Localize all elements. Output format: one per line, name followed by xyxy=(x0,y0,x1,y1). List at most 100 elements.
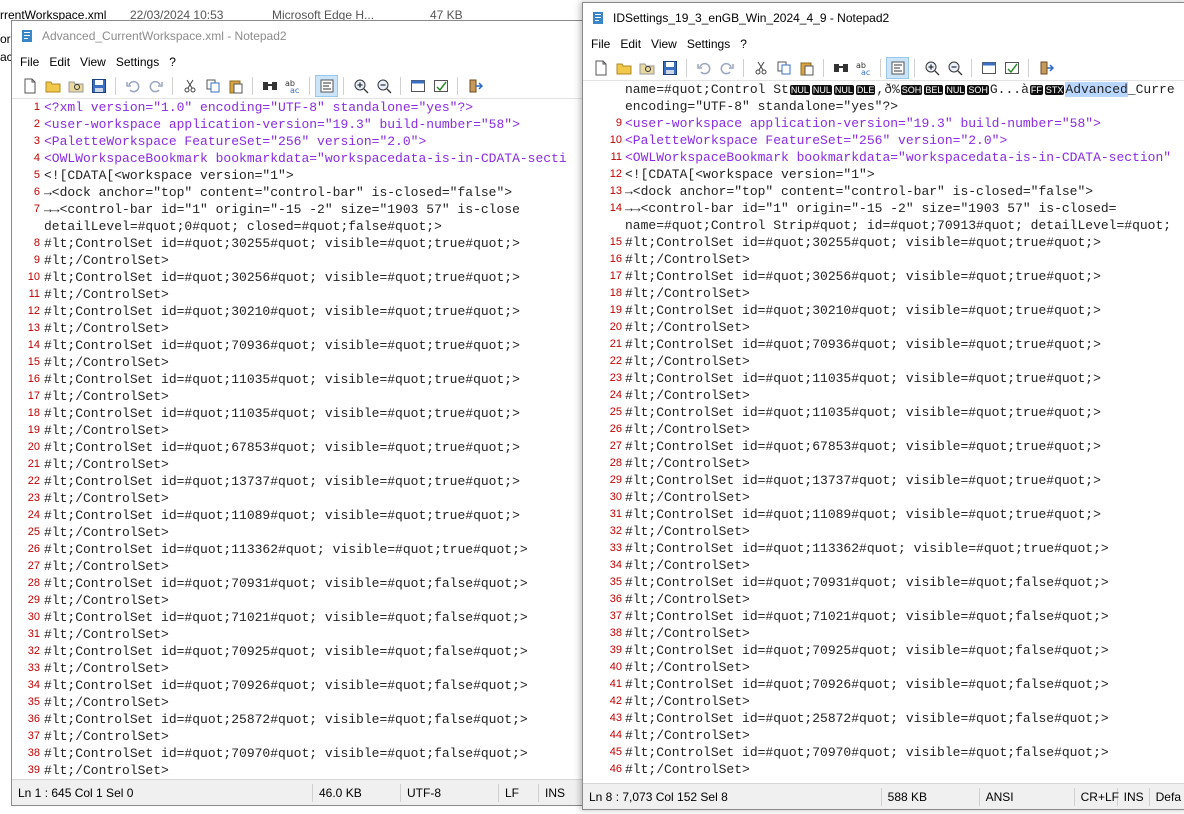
editor-line: 28 #lt;/ControlSet> xyxy=(583,455,1184,472)
menu-file[interactable]: File xyxy=(18,55,47,69)
line-text: <OWLWorkspaceBookmark bookmarkdata="work… xyxy=(44,151,567,166)
editor-line: 41 #lt;ControlSet id=#quot;70926#quot; vi… xyxy=(583,676,1184,693)
status-insert-mode[interactable]: INS xyxy=(1118,787,1150,806)
replace-button[interactable]: ab ac xyxy=(281,75,304,97)
editor-line: 46 #lt;/ControlSet> xyxy=(583,761,1184,778)
editor-line: 38 #lt;ControlSet id=#quot;70970#quot; vi… xyxy=(12,745,610,762)
editor-line: 13 →<dock anchor="top" content="control-b… xyxy=(583,183,1184,200)
save-button[interactable] xyxy=(658,57,681,79)
copy-button[interactable] xyxy=(772,57,795,79)
zoom-in-button[interactable] xyxy=(349,75,372,97)
paste-button[interactable] xyxy=(795,57,818,79)
toolbar-separator xyxy=(343,76,344,95)
new-file-button[interactable] xyxy=(589,57,612,79)
text-editor[interactable]: name=#quot;Control St NUL NUL NUL DLE ,ð% SOH B… xyxy=(583,81,1184,783)
menu-help[interactable]: ? xyxy=(167,55,184,69)
scheme-button[interactable] xyxy=(406,75,429,97)
undo-button[interactable] xyxy=(121,75,144,97)
line-number: 24 xyxy=(27,509,40,521)
word-wrap-button[interactable] xyxy=(315,74,338,97)
line-text: <![CDATA[<workspace version="1"> xyxy=(625,167,875,182)
paste-button[interactable] xyxy=(224,75,247,97)
save-button[interactable] xyxy=(87,75,110,97)
status-insert-mode[interactable]: INS xyxy=(539,784,571,802)
zoom-out-button[interactable] xyxy=(943,57,966,79)
menu-edit[interactable]: Edit xyxy=(618,37,649,51)
undo-button[interactable] xyxy=(692,57,715,79)
find-button[interactable] xyxy=(258,75,281,97)
replace-button[interactable]: ab ac xyxy=(852,57,875,79)
toolbar-separator xyxy=(172,76,173,95)
notepad-window-right[interactable]: IDSettings_19_3_enGB_Win_2024_4_9 - Note… xyxy=(582,2,1184,810)
editor-line: 17 #lt;/ControlSet> xyxy=(12,388,610,405)
text-editor[interactable]: 1 <?xml version="1.0" encoding="UTF-8" st… xyxy=(12,99,610,779)
toolbar-separator xyxy=(971,58,972,77)
exit-button[interactable] xyxy=(463,75,486,97)
editor-line: 17 #lt;ControlSet id=#quot;30256#quot; vi… xyxy=(583,268,1184,285)
menu-view[interactable]: View xyxy=(649,37,685,51)
line-text: #lt;/ControlSet> xyxy=(44,627,169,642)
menu-view[interactable]: View xyxy=(78,55,114,69)
menu-settings[interactable]: Settings xyxy=(685,37,738,51)
editor-line: 7 →→<control-bar id="1" origin="-15 -2" s… xyxy=(12,201,610,218)
line-number: 14 xyxy=(27,339,40,351)
customize-button[interactable] xyxy=(1000,57,1023,79)
line-number: 11 xyxy=(28,288,40,300)
zoom-out-icon xyxy=(947,60,963,76)
zoom-in-icon xyxy=(353,78,369,94)
undo-icon xyxy=(696,60,712,76)
menu-edit[interactable]: Edit xyxy=(47,55,78,69)
toolbar-separator xyxy=(823,58,824,77)
open-folder-button[interactable] xyxy=(612,57,635,79)
status-line-ending[interactable]: CR+LF xyxy=(1075,787,1119,806)
cut-button[interactable] xyxy=(178,75,201,97)
status-encoding[interactable]: UTF-8 xyxy=(401,783,499,802)
toolbar: ab ac xyxy=(583,55,1184,81)
redo-button[interactable] xyxy=(715,57,738,79)
line-text: #lt;ControlSet id=#quot;67853#quot; visi… xyxy=(625,439,1101,454)
zoom-out-button[interactable] xyxy=(372,75,395,97)
line-text: #lt;/ControlSet> xyxy=(44,695,169,710)
find-button[interactable] xyxy=(829,57,852,79)
browse-button[interactable] xyxy=(635,57,658,79)
status-line-ending[interactable]: LF xyxy=(499,783,539,802)
cut-icon xyxy=(182,78,198,94)
control-char-badge: DLE xyxy=(855,85,876,95)
scheme-button[interactable] xyxy=(977,57,1000,79)
status-scheme[interactable]: Defa xyxy=(1150,788,1184,806)
notepad-window-left[interactable]: Advanced_CurrentWorkspace.xml - Notepad2… xyxy=(11,20,611,806)
title-bar[interactable]: Advanced_CurrentWorkspace.xml - Notepad2 xyxy=(12,21,610,51)
line-text: #lt;ControlSet id=#quot;67853#quot; visi… xyxy=(44,440,520,455)
line-text-binary: name=#quot;Control St NUL NUL NUL DLE ,ð% SOH B… xyxy=(625,81,1175,98)
browse-icon xyxy=(639,60,655,76)
new-file-button[interactable] xyxy=(18,75,41,97)
line-number: 39 xyxy=(27,764,40,776)
exit-button[interactable] xyxy=(1034,57,1057,79)
line-text: #lt;/ControlSet> xyxy=(625,694,750,709)
line-number xyxy=(583,98,625,115)
control-char-badge: NUL xyxy=(945,85,966,95)
open-folder-button[interactable] xyxy=(41,75,64,97)
line-text: #lt;/ControlSet> xyxy=(44,423,169,438)
line-number: 15 xyxy=(609,236,622,248)
line-text: #lt;ControlSet id=#quot;30256#quot; visi… xyxy=(625,269,1101,284)
line-text: #lt;ControlSet id=#quot;11035#quot; visi… xyxy=(625,405,1101,420)
menu-settings[interactable]: Settings xyxy=(114,55,167,69)
zoom-in-button[interactable] xyxy=(920,57,943,79)
menu-help[interactable]: ? xyxy=(738,37,755,51)
editor-line: 28 #lt;ControlSet id=#quot;70931#quot; vi… xyxy=(12,575,610,592)
browse-button[interactable] xyxy=(64,75,87,97)
line-text: #lt;ControlSet id=#quot;11089#quot; visi… xyxy=(44,508,520,523)
copy-button[interactable] xyxy=(201,75,224,97)
customize-button[interactable] xyxy=(429,75,452,97)
exit-icon xyxy=(1038,60,1054,76)
replace-icon: ab ac xyxy=(285,78,301,94)
word-wrap-button[interactable] xyxy=(886,56,909,79)
cut-button[interactable] xyxy=(749,57,772,79)
menu-file[interactable]: File xyxy=(589,37,618,51)
window-title: IDSettings_19_3_enGB_Win_2024_4_9 - Note… xyxy=(613,11,890,25)
title-bar[interactable]: IDSettings_19_3_enGB_Win_2024_4_9 - Note… xyxy=(583,3,1184,33)
redo-button[interactable] xyxy=(144,75,167,97)
line-text: #lt;ControlSet id=#quot;70925#quot; visi… xyxy=(44,644,528,659)
status-encoding[interactable]: ANSI xyxy=(980,787,1075,806)
